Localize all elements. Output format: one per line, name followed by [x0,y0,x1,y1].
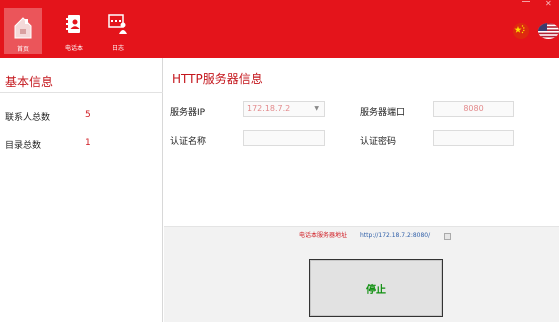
window-close-button[interactable]: ✕ [545,0,552,8]
nav-log-label: 日志 [111,45,124,52]
nav-home-button[interactable]: 首页 [4,8,42,54]
basic-info-panel: 基本信息 联系人总数 5 目录总数 1 [0,58,163,322]
house-icon [14,17,32,39]
auth-password-label: 认证密码 [360,137,397,147]
nav-home-label: 首页 [16,46,29,53]
server-ip-select[interactable]: 172.18.7.2 ▼ [243,101,325,117]
contacts-count-value: 5 [85,110,91,120]
directories-count-label: 目录总数 [5,141,42,151]
basic-info-title: 基本信息 [5,75,54,89]
phonebook-url-label: 电话本服务器地址 [299,232,348,239]
directories-count-value: 1 [85,138,91,148]
nav-phonebook-button[interactable]: 电话本 [52,0,96,58]
window-minimize-button[interactable] [522,1,530,2]
phonebook-url-link[interactable]: http://172.18.7.2:8080/ [360,232,430,240]
server-port-label: 服务器端口 [360,108,406,118]
nav-phonebook-label: 电话本 [64,45,83,52]
section-divider [0,92,163,93]
http-server-title: HTTP服务器信息 [172,72,263,86]
server-ip-value: 172.18.7.2 [247,104,291,113]
url-checkbox[interactable] [444,233,451,240]
server-port-field[interactable]: 8080 [433,101,514,117]
auth-password-field[interactable] [433,130,514,146]
chevron-down-icon: ▼ [314,105,319,112]
nav-log-button[interactable]: 日志 [96,0,140,58]
auth-name-field[interactable] [243,130,325,146]
china-flag-icon[interactable] [513,23,529,39]
top-toolbar: 首页 电话本 日志 ✕ [0,0,559,58]
http-server-panel: HTTP服务器信息 服务器IP 172.18.7.2 ▼ 服务器端口 8080 … [164,58,559,322]
us-flag-icon[interactable] [538,23,559,39]
stop-button[interactable]: 停止 [309,259,443,317]
contacts-count-label: 联系人总数 [5,113,51,123]
auth-name-label: 认证名称 [170,137,207,147]
server-ip-label: 服务器IP [170,108,206,118]
contact-book-icon [66,15,80,33]
log-user-icon [108,14,127,34]
